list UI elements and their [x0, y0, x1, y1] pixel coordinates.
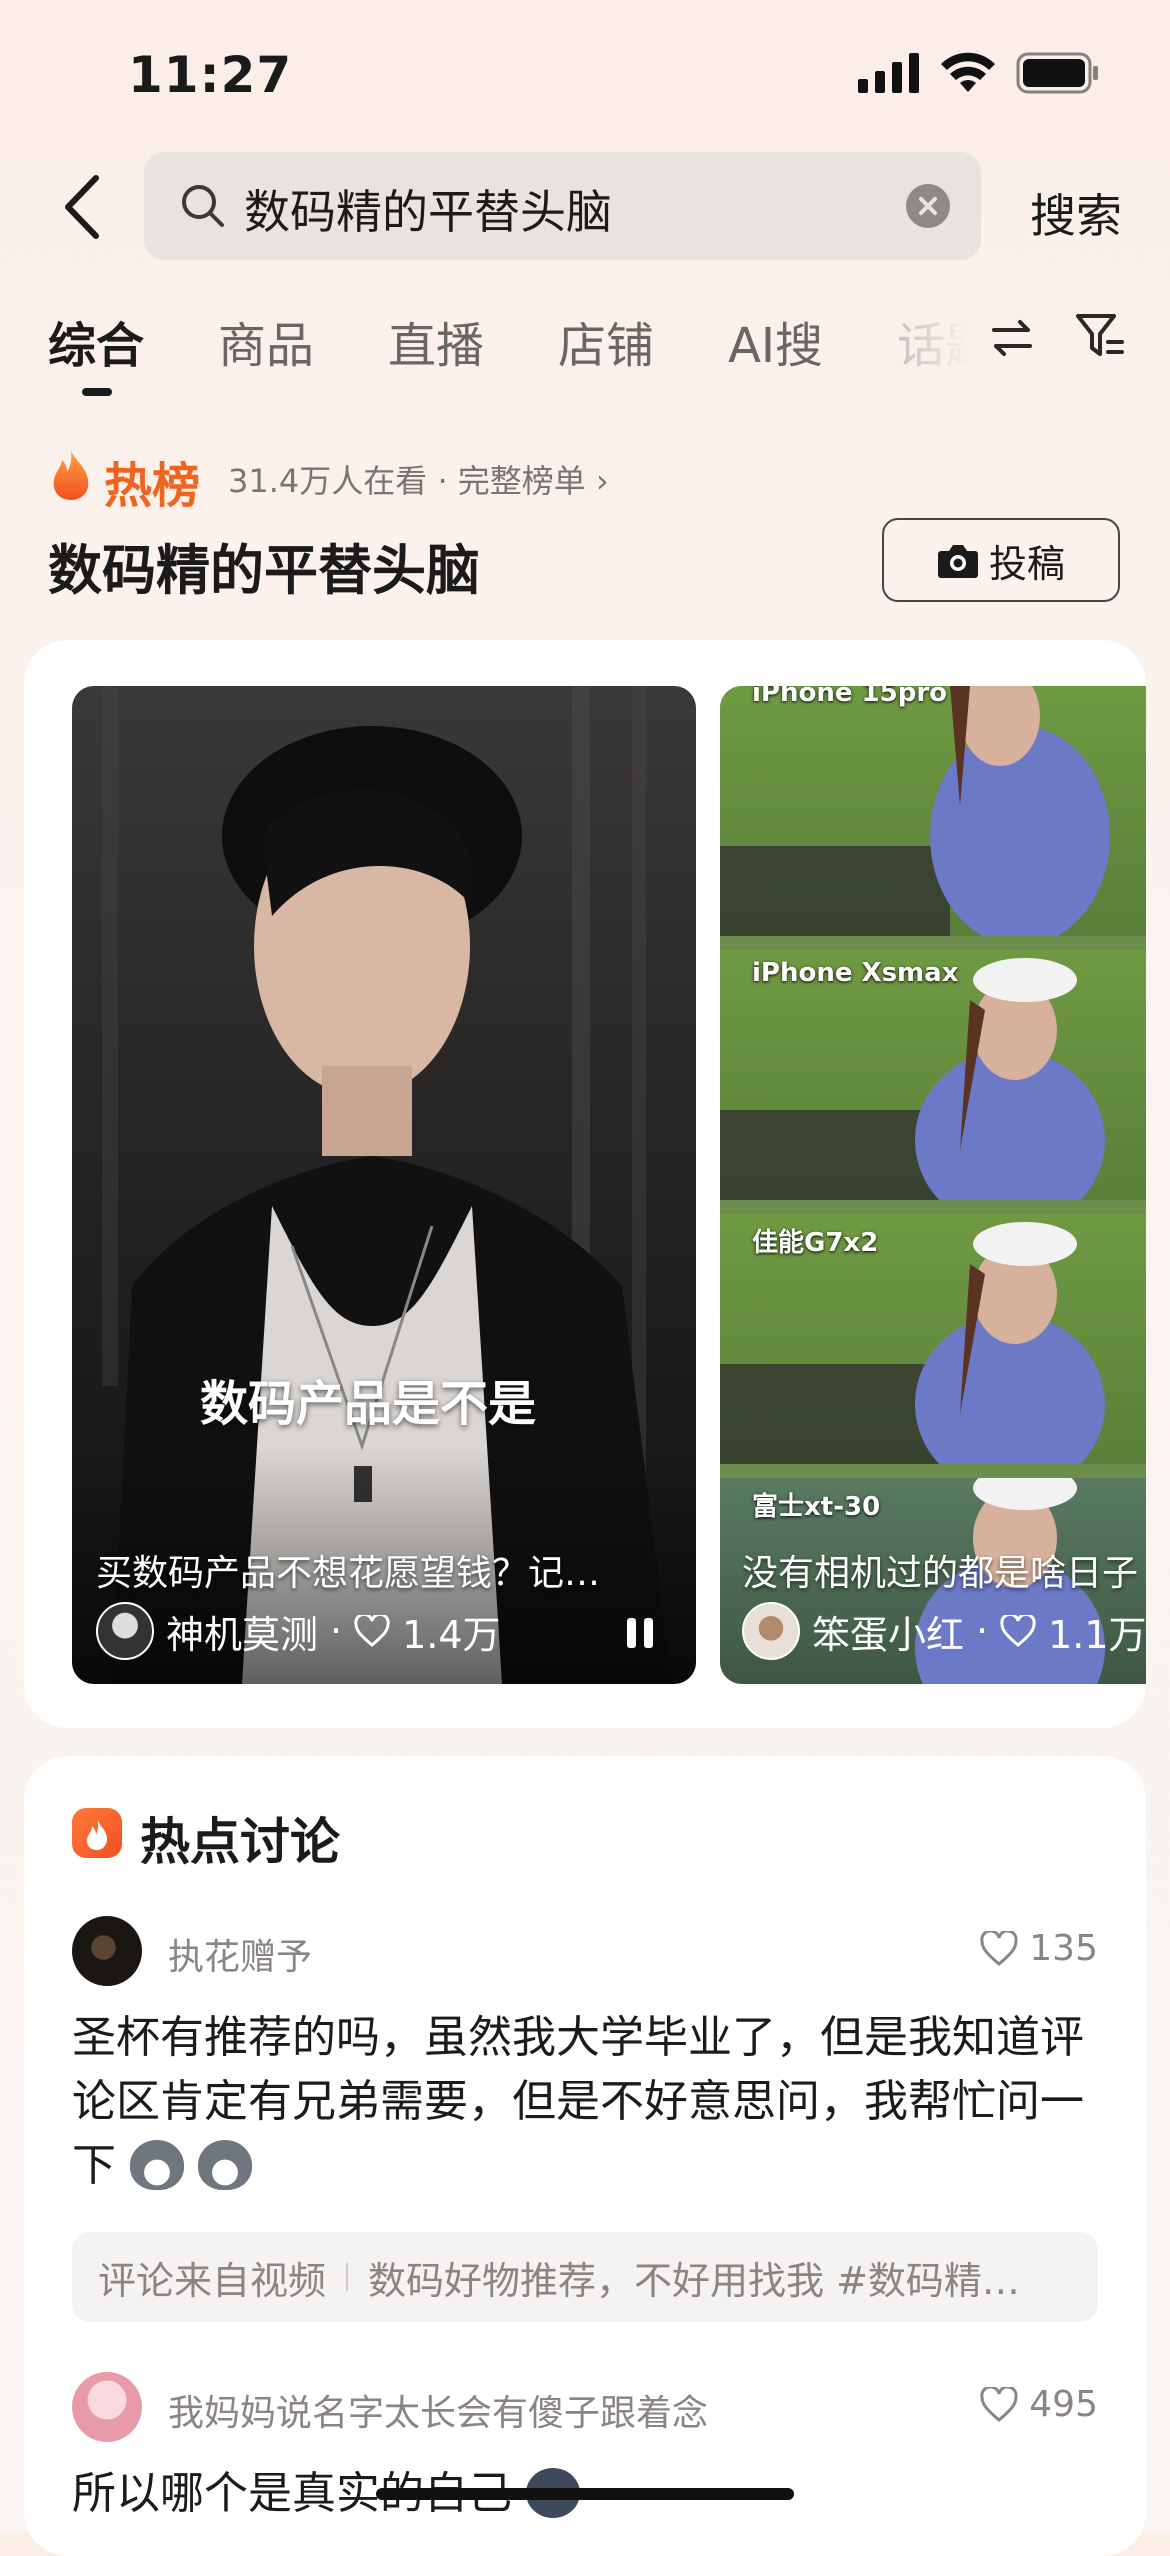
wifi-icon [941, 52, 995, 92]
tab-products[interactable]: 商品 [218, 306, 314, 376]
comment-like[interactable]: 135 [979, 1928, 1098, 1969]
comment-text: 圣杯有推荐的吗，虽然我大学毕业了，但是我知道评论区肯定有兄弟需要，但是不好意思问… [72, 2012, 1084, 2191]
video-likes: 1.1万 [1048, 1612, 1146, 1657]
tab-fade [880, 300, 990, 380]
video-thumbnail-2b: iPhone Xsmax [720, 950, 1146, 1200]
status-time: 11:27 [128, 46, 293, 104]
fire-icon [53, 450, 89, 500]
video-likes: 1.4万 [402, 1612, 501, 1657]
avatar[interactable] [742, 1602, 800, 1660]
topic-title: 数码精的平替头脑 [48, 539, 480, 602]
hot-list-label[interactable]: 热榜 [104, 446, 200, 516]
search-button[interactable]: 搜索 [1030, 180, 1122, 246]
video-meta: 笨蛋小红 · 1.1万 [742, 1602, 1146, 1660]
pause-icon[interactable] [624, 1616, 656, 1650]
heart-icon [980, 1930, 1018, 1966]
hot-list-meta[interactable]: 31.4万人在看 · 完整榜单 › [228, 456, 609, 502]
avatar[interactable] [72, 2372, 142, 2442]
video-meta: 神机莫测 · 1.4万 [96, 1602, 501, 1660]
avatar[interactable] [72, 1916, 142, 1986]
hot-discussion-icon [72, 1808, 122, 1858]
video-thumbnail-2c: 佳能G7x2 [720, 1214, 1146, 1464]
swap-icon[interactable] [988, 314, 1036, 362]
viewer-count: 31.4万人在看 [228, 462, 428, 500]
heart-icon [980, 2386, 1018, 2422]
camera-icon [937, 545, 978, 578]
status-icons [858, 52, 1100, 94]
comment-like[interactable]: 495 [979, 2384, 1098, 2425]
source-label: 评论来自视频 [98, 2258, 327, 2303]
video-author[interactable]: 笨蛋小红 [812, 1604, 964, 1659]
signal-icon [858, 53, 919, 93]
comment-user[interactable]: 我妈妈说名字太长会有傻子跟着念 [168, 2384, 708, 2436]
heart-icon[interactable] [1000, 1615, 1036, 1647]
tab-ai-search[interactable]: AI搜 [728, 306, 823, 376]
full-list-link[interactable]: 完整榜单 [458, 462, 586, 500]
hot-discussion-title: 热点讨论 [140, 1813, 340, 1871]
home-indicator[interactable] [376, 2488, 794, 2500]
video-card-1[interactable]: 数码产品是不是 买数码产品不想花愿望钱？记… 神机莫测 · 1.4万 [72, 686, 696, 1684]
comment-like-count: 495 [1029, 2384, 1098, 2425]
video-caption: 没有相机过的都是啥日子 [742, 1553, 1139, 1594]
video-thumbnail-1 [72, 686, 696, 1684]
back-icon[interactable] [58, 172, 108, 242]
video-caption: 买数码产品不想花愿望钱？记… [96, 1553, 601, 1594]
heart-icon[interactable] [354, 1615, 390, 1647]
post-button-label: 投稿 [988, 541, 1065, 586]
battery-icon [1016, 52, 1098, 94]
comment-source[interactable]: 评论来自视频 数码好物推荐，不好用找我 #数码精… [72, 2232, 1098, 2322]
tab-live[interactable]: 直播 [388, 306, 484, 376]
clear-icon[interactable] [906, 184, 950, 228]
video-card-2[interactable]: iPhone 15pro iPhone Xsmax 佳能G7x2 富士xt-30… [720, 686, 1146, 1684]
comment-user[interactable]: 执花赠予 [168, 1928, 312, 1980]
avatar[interactable] [96, 1602, 154, 1660]
comment-like-count: 135 [1029, 1928, 1098, 1969]
video-carousel: 数码产品是不是 买数码产品不想花愿望钱？记… 神机莫测 · 1.4万 iPhon… [24, 640, 1146, 1728]
tab-stores[interactable]: 店铺 [558, 306, 654, 376]
search-icon [182, 185, 224, 227]
video-overlay-text: 数码产品是不是 [199, 1376, 536, 1432]
hot-discussion-card: 热点讨论 执花赠予 135 圣杯有推荐的吗，虽然我大学毕业了，但是我知道评论区肯… [24, 1756, 1146, 2556]
filter-icon[interactable] [1074, 310, 1126, 362]
search-input[interactable]: 数码精的平替头脑 [244, 176, 612, 242]
husky-emoji-icon [198, 2140, 252, 2190]
divider [346, 2263, 349, 2291]
post-button[interactable]: 投稿 [882, 518, 1120, 602]
video-author[interactable]: 神机莫测 [166, 1604, 318, 1659]
source-video-title: 数码好物推荐，不好用找我 #数码精… [368, 2258, 1020, 2303]
chevron-right-icon: › [595, 462, 609, 500]
video-thumbnail-2a: iPhone 15pro [720, 686, 1146, 936]
tab-comprehensive[interactable]: 综合 [48, 306, 144, 396]
husky-emoji-icon [130, 2140, 184, 2190]
